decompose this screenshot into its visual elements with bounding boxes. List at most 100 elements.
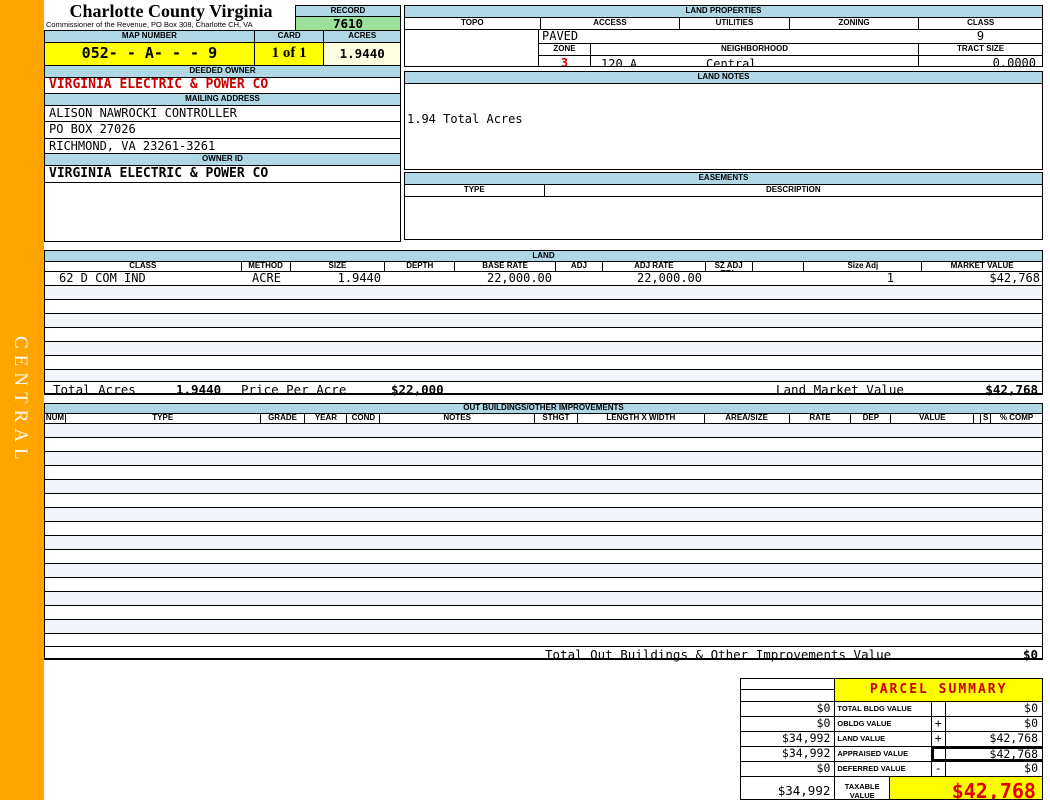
owner-id-value: VIRGINIA ELECTRIC & POWER CO [45, 166, 400, 183]
ps-op [931, 747, 946, 761]
total-acres-label: Total Acres [53, 382, 136, 397]
deeded-owner-value: VIRGINIA ELECTRIC & POWER CO [45, 78, 400, 94]
ps-value: $42,768 [945, 747, 1042, 761]
ps-row-total-bldg: $0 TOTAL BLDG VALUE $0 [741, 702, 1042, 717]
land-col-sz-adj-tbl: SZ ADJ TBL [705, 262, 753, 271]
ob-col-dep: DEP [851, 414, 892, 423]
ob-col-s: S [981, 414, 992, 423]
zone-value: 3 [539, 56, 591, 66]
ps-row-taxable: $34,992 TAXABLE VALUE $42,768 [741, 777, 1042, 799]
zone-label: ZONE [539, 44, 591, 55]
land-col-depth: DEPTH [385, 262, 456, 271]
ob-col-notes: NOTES [380, 414, 536, 423]
ob-col-spacer [974, 414, 982, 423]
neighborhood-code: 120 A [601, 57, 638, 66]
utilities-header: UTILITIES [680, 18, 790, 29]
ps-row-land: $34,992 LAND VALUE + $42,768 [741, 732, 1042, 747]
tract-size-label: TRACT SIZE [919, 44, 1042, 55]
ps-value: $0 [1024, 702, 1038, 715]
ob-totals-row: Total Out Buildings & Other Improvements… [45, 646, 1042, 662]
ps-row-appraised: $34,992 APPRAISED VALUE $42,768 [741, 747, 1042, 762]
zoning-header: ZONING [789, 18, 920, 29]
land-empty-rows [45, 286, 1042, 381]
class-value: 9 [976, 30, 985, 43]
ps-row-deferred: $0 DEFERRED VALUE - $0 [741, 762, 1042, 777]
class-header: CLASS [919, 18, 1042, 29]
property-record-card: CENTRAL Charlotte County Virginia Commis… [0, 0, 1050, 800]
land-properties-title: LAND PROPERTIES [405, 6, 1042, 18]
ob-total-label: Total Out Buildings & Other Improvements… [545, 647, 892, 662]
address-line: PO BOX 27026 [45, 122, 400, 139]
land-col-adj-rate: ADJ RATE [602, 262, 706, 271]
land-title: LAND [45, 251, 1042, 262]
topo-value [405, 30, 539, 66]
ps-op [932, 702, 946, 716]
ps-prior: $0 [741, 702, 836, 716]
ob-col-value: VALUE [891, 414, 975, 423]
ps-label: DEFERRED VALUE [835, 762, 932, 776]
ob-col-area-size: AREA/SIZE [704, 414, 790, 423]
county-subtitle: Commissioner of the Revenue, PO Box 308,… [46, 20, 253, 29]
price-per-acre-value: $22,000 [391, 382, 444, 397]
easements-section: EASEMENTS TYPE DESCRIPTION [404, 172, 1043, 240]
title-block: Charlotte County Virginia Commissioner o… [46, 1, 296, 30]
ob-col-type: TYPE [65, 414, 261, 423]
land-col-base-rate: BASE RATE [455, 262, 556, 271]
ob-col-year: YEAR [305, 414, 348, 423]
parcel-summary-section: PARCEL SUMMARY $0 TOTAL BLDG VALUE $0 $0… [740, 678, 1043, 800]
ps-header-blank [741, 679, 836, 701]
ps-value: $0 [1024, 762, 1038, 775]
ob-empty-rows [45, 424, 1042, 646]
land-data-row: 62 D COM IND ACRE 1.9440 22,000.00 22,00… [45, 272, 1042, 286]
owner-panel: MAP NUMBER CARD ACRES 052- - A- - - 9 1 … [44, 30, 401, 242]
owner-id-label: OWNER ID [45, 154, 400, 166]
out-buildings-title: OUT BUILDINGS/OTHER IMPROVEMENTS [45, 404, 1042, 414]
land-col-class: CLASS [45, 262, 242, 271]
land-market-value: $42,768 [989, 271, 1040, 285]
acres-value: 1.9440 [324, 43, 400, 65]
record-value: 7610 [296, 17, 400, 30]
record-box: RECORD 7610 [295, 5, 401, 30]
land-market-value-label: Land Market Value [776, 382, 904, 397]
mailing-address-block: ALISON NAWROCKI CONTROLLER PO BOX 27026 … [45, 106, 400, 154]
access-header: ACCESS [540, 18, 681, 29]
land-totals-row: Total Acres 1.9440 Price Per Acre $22,00… [45, 381, 1042, 397]
neighborhood-label: NEIGHBORHOOD [591, 44, 919, 55]
address-line: ALISON NAWROCKI CONTROLLER [45, 106, 400, 123]
ob-col-cond: COND [347, 414, 381, 423]
county-title: Charlotte County Virginia [69, 1, 273, 21]
ps-op: + [932, 717, 946, 731]
ps-taxable-label: TAXABLE VALUE [835, 777, 890, 799]
easements-title: EASEMENTS [405, 173, 1042, 185]
map-number-label: MAP NUMBER [45, 31, 255, 42]
ps-taxable-prior: $34,992 [741, 777, 836, 799]
access-value: PAVED [542, 30, 579, 43]
ob-col-pct-comp: % COMP [991, 414, 1042, 423]
ps-label: APPRAISED VALUE [835, 747, 932, 761]
ps-label: TOTAL BLDG VALUE [835, 702, 932, 716]
land-market-value-total: $42,768 [985, 382, 1038, 397]
land-properties-values-row: PAVED 9 [539, 30, 1042, 44]
ps-value: $42,768 [989, 732, 1038, 745]
land-col-market-value: MARKET VALUE [922, 262, 1042, 271]
easement-type-header: TYPE [405, 185, 545, 196]
total-acres-value: 1.9440 [176, 382, 222, 397]
easement-description-header: DESCRIPTION [544, 185, 1042, 196]
ob-col-sthgt: STHGT [535, 414, 578, 423]
land-note-text: 1.94 Total Acres [407, 112, 523, 126]
neighborhood-value: 120 A Central [591, 56, 919, 66]
land-base-rate-value: 22,000.00 [486, 271, 552, 285]
ps-prior: $0 [741, 717, 836, 731]
ps-label: OBLDG VALUE [835, 717, 932, 731]
land-col-size-adj: Size Adj [804, 262, 923, 271]
land-col-blank [752, 262, 805, 271]
ps-prior: $34,992 [741, 732, 836, 746]
topo-header: TOPO [405, 18, 541, 29]
land-adj-rate-value: 22,000.00 [636, 271, 702, 285]
land-notes-section: LAND NOTES 1.94 Total Acres [404, 71, 1043, 170]
easements-body [405, 197, 1042, 239]
ps-op: + [932, 732, 946, 746]
ps-taxable-value: $42,768 [890, 777, 1042, 799]
neighborhood-name: Central [706, 57, 757, 66]
land-properties-section: LAND PROPERTIES TOPO ACCESS UTILITIES ZO… [404, 5, 1043, 67]
